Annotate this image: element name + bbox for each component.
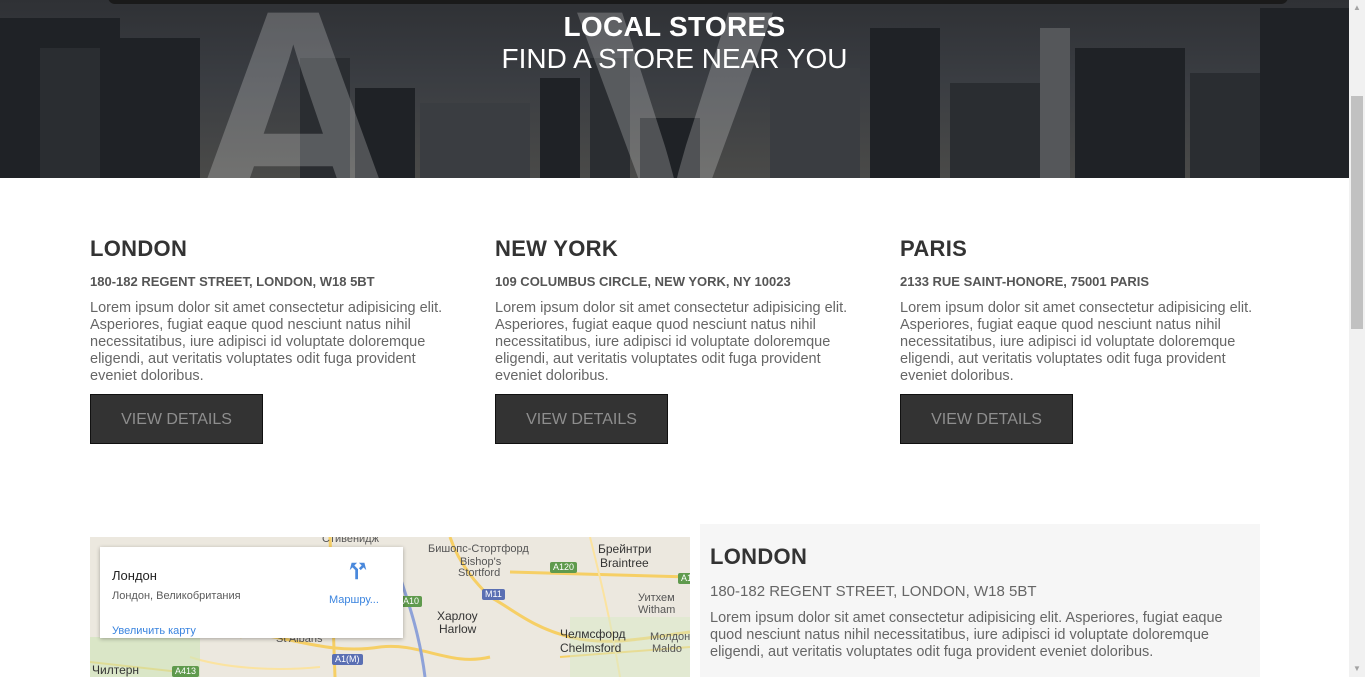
store-address: 2133 RUE SAINT-HONORE, 75001 PARIS	[900, 274, 1150, 289]
map-label-bishops-ru: Бишопс-Стортфорд	[428, 543, 529, 555]
map-label-stevenage: Стивенидж	[322, 537, 379, 545]
detail-address: 180-182 REGENT STREET, LONDON, W18 5BT	[710, 583, 1037, 600]
hero-subtitle: FIND A STORE NEAR YOU	[501, 43, 848, 74]
hero-banner: A V LOCAL STORES FIND A STORE NEAR YOU	[0, 0, 1349, 178]
map-label-braintree-ru: Брейнтри	[598, 542, 652, 556]
store-city: PARIS	[900, 236, 968, 261]
map-label-stortford-en: Stortford	[458, 567, 501, 579]
store-address: 180-182 REGENT STREET, LONDON, W18 5BT	[90, 274, 375, 289]
map-place-card: Лондон Лондон, Великобритания Увеличить …	[100, 547, 403, 638]
map-label-chelmsford-ru: Челмсфорд	[560, 627, 626, 641]
road-shield: A10	[400, 596, 423, 607]
skyline-building	[540, 78, 580, 178]
store-description: Lorem ipsum dolor sit amet consectetur a…	[900, 300, 1253, 384]
detail-description: Lorem ipsum dolor sit amet consectetur a…	[710, 610, 1223, 660]
store-card-new-york: NEW YORK 109 COLUMBUS CIRCLE, NEW YORK, …	[495, 236, 865, 444]
page-scrollbar[interactable]: ▲ ▼	[1349, 0, 1365, 677]
map-label-harlow-en: Harlow	[439, 622, 477, 636]
store-city: LONDON	[90, 236, 188, 261]
map-label-chiltern: Чилтерн	[92, 663, 140, 677]
store-description: Lorem ipsum dolor sit amet consectetur a…	[495, 300, 848, 384]
directions-link[interactable]: Маршру...	[329, 594, 379, 606]
map-label-braintree-en: Braintree	[600, 556, 649, 570]
scroll-down-icon[interactable]: ▼	[1349, 661, 1365, 677]
skyline-building	[420, 103, 530, 178]
map-label-maldon-en: Maldo	[652, 643, 682, 655]
scroll-up-icon[interactable]: ▲	[1349, 0, 1365, 16]
store-description: Lorem ipsum dolor sit amet consectetur a…	[90, 300, 443, 384]
road-shield: M11	[482, 589, 505, 600]
store-card-paris: PARIS 2133 RUE SAINT-HONORE, 75001 PARIS…	[900, 236, 1270, 444]
map-place-title: Лондон	[112, 568, 157, 583]
road-shield: A1(M)	[332, 654, 363, 665]
store-city: NEW YORK	[495, 236, 619, 261]
skyline-building	[1190, 73, 1260, 178]
store-card-london: LONDON 180-182 REGENT STREET, LONDON, W1…	[90, 236, 460, 444]
scrollbar-thumb[interactable]	[1351, 96, 1363, 329]
store-map[interactable]: Стивенидж Бишопс-Стортфорд Bishop's Stor…	[90, 537, 690, 677]
enlarge-map-link[interactable]: Увеличить карту	[112, 625, 196, 637]
view-details-button[interactable]: VIEW DETAILS	[900, 394, 1073, 444]
skyline-building	[770, 68, 860, 178]
store-address: 109 COLUMBUS CIRCLE, NEW YORK, NY 10023	[495, 274, 791, 289]
view-details-button[interactable]: VIEW DETAILS	[90, 394, 263, 444]
skyline-building	[950, 83, 1040, 178]
map-place-subtitle: Лондон, Великобритания	[112, 590, 241, 602]
store-detail-panel: LONDON 180-182 REGENT STREET, LONDON, W1…	[700, 524, 1260, 677]
detail-city: LONDON	[710, 544, 808, 569]
road-shield: A1	[678, 573, 690, 584]
hero-title: LOCAL STORES	[563, 11, 786, 42]
road-shield: A413	[172, 666, 200, 677]
map-label-chelmsford-en: Chelmsford	[560, 641, 622, 655]
directions-icon[interactable]	[347, 560, 369, 582]
road-shield: A120	[550, 562, 578, 573]
map-label-witham-en: Witham	[638, 604, 676, 616]
view-details-button[interactable]: VIEW DETAILS	[495, 394, 668, 444]
